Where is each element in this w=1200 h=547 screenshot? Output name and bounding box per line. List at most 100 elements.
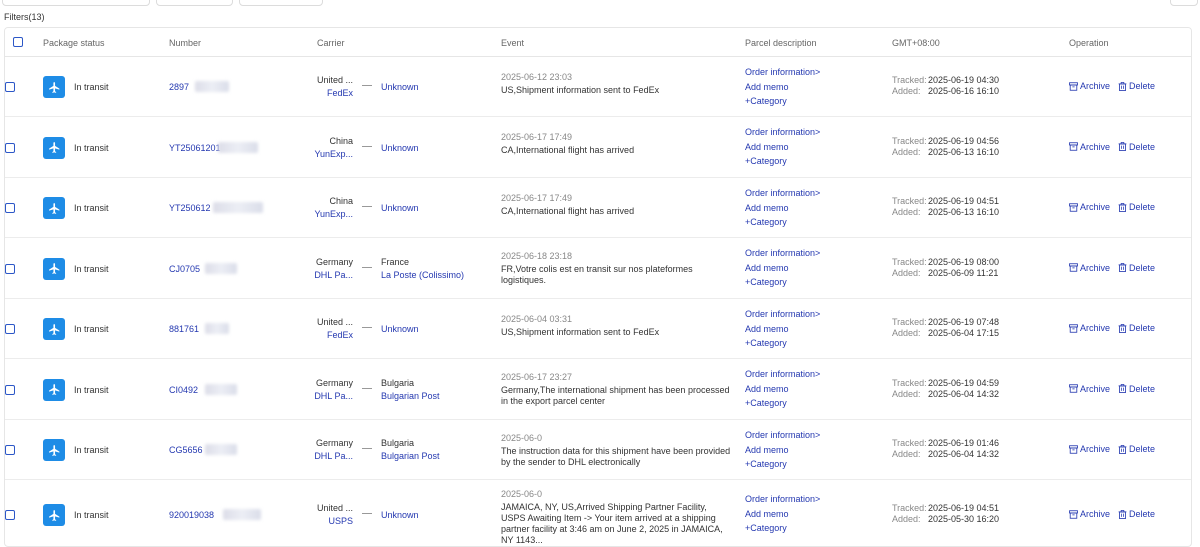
archive-icon bbox=[1069, 509, 1078, 519]
trash-icon bbox=[1118, 142, 1127, 151]
origin-carrier: China YunExp... bbox=[285, 195, 353, 221]
add-memo-link[interactable]: Add memo bbox=[745, 443, 820, 458]
row-checkbox[interactable] bbox=[5, 510, 15, 520]
origin-carrier-link[interactable]: FedEx bbox=[285, 329, 353, 342]
delete-label: Delete bbox=[1129, 262, 1156, 273]
delete-button[interactable]: Delete bbox=[1118, 202, 1155, 212]
redacted-number bbox=[195, 81, 229, 92]
add-category-link[interactable]: +Category bbox=[745, 94, 820, 109]
tracking-number-link[interactable]: YT250612 bbox=[169, 203, 211, 213]
trash-icon bbox=[1118, 323, 1127, 333]
tracked-label: Tracked: bbox=[892, 317, 927, 327]
add-memo-link[interactable]: Add memo bbox=[745, 382, 820, 397]
archive-button[interactable]: Archive bbox=[1069, 323, 1110, 333]
add-category-link[interactable]: +Category bbox=[745, 275, 820, 290]
origin-carrier-link[interactable]: USPS bbox=[285, 515, 353, 528]
toolbar-control[interactable] bbox=[2, 0, 150, 6]
status-text: In transit bbox=[74, 324, 109, 334]
destination-carrier-link[interactable]: Unknown bbox=[381, 142, 419, 155]
airplane-icon bbox=[43, 136, 65, 159]
delete-label: Delete bbox=[1129, 202, 1156, 212]
add-memo-link[interactable]: Add memo bbox=[745, 507, 820, 522]
tracking-times: Tracked:2025-06-19 04:51 Added: 2025-06-1… bbox=[892, 196, 999, 218]
destination-carrier-link[interactable]: Unknown bbox=[381, 202, 419, 215]
add-category-link[interactable]: +Category bbox=[745, 396, 820, 411]
tracked-time: 2025-06-19 04:51 bbox=[928, 503, 1000, 513]
archive-button[interactable]: Archive bbox=[1069, 263, 1110, 273]
origin-carrier: Germany DHL Pa... bbox=[285, 437, 353, 463]
destination-carrier-link[interactable]: Unknown bbox=[381, 323, 419, 336]
order-information-link[interactable]: Order information> bbox=[745, 492, 820, 507]
tracking-number-link[interactable]: 2897 bbox=[169, 82, 189, 92]
archive-icon bbox=[1069, 444, 1078, 454]
added-time: 2025-06-09 11:21 bbox=[928, 267, 999, 278]
add-memo-link[interactable]: Add memo bbox=[745, 322, 820, 337]
add-category-link[interactable]: +Category bbox=[745, 457, 820, 472]
order-information-link[interactable]: Order information> bbox=[745, 428, 820, 443]
row-checkbox[interactable] bbox=[5, 203, 15, 213]
add-memo-link[interactable]: Add memo bbox=[745, 140, 820, 155]
delete-button[interactable]: Delete bbox=[1118, 142, 1155, 152]
delete-button[interactable]: Delete bbox=[1118, 384, 1155, 394]
add-category-link[interactable]: +Category bbox=[745, 215, 820, 230]
toolbar-control[interactable] bbox=[156, 0, 233, 6]
destination-carrier-link[interactable]: Bulgarian Post bbox=[381, 450, 440, 463]
tracking-number-link[interactable]: 881761 bbox=[169, 324, 199, 334]
origin-carrier-link[interactable]: YunExp... bbox=[285, 208, 353, 221]
origin-carrier-link[interactable]: DHL Pa... bbox=[285, 390, 353, 403]
add-memo-link[interactable]: Add memo bbox=[745, 261, 820, 276]
tracking-number-link[interactable]: CI0492 bbox=[169, 385, 198, 395]
destination-carrier-link[interactable]: Unknown bbox=[381, 81, 419, 94]
order-information-link[interactable]: Order information> bbox=[745, 65, 820, 80]
destination-carrier-link[interactable]: Bulgarian Post bbox=[381, 390, 440, 403]
origin-carrier-link[interactable]: FedEx bbox=[285, 87, 353, 100]
row-checkbox[interactable] bbox=[5, 82, 15, 92]
delete-button[interactable]: Delete bbox=[1118, 81, 1155, 91]
add-category-link[interactable]: +Category bbox=[745, 154, 820, 169]
tracking-number-link[interactable]: 920019038 bbox=[169, 510, 214, 520]
order-information-link[interactable]: Order information> bbox=[745, 246, 820, 261]
add-category-link[interactable]: +Category bbox=[745, 521, 820, 536]
table-header: Package status Number Carrier Event Parc… bbox=[5, 28, 1191, 57]
archive-button[interactable]: Archive bbox=[1069, 509, 1110, 519]
carrier-arrow bbox=[362, 327, 372, 328]
origin-carrier-link[interactable]: DHL Pa... bbox=[285, 450, 353, 463]
delete-button[interactable]: Delete bbox=[1118, 263, 1155, 273]
tracking-number-link[interactable]: YT25061201 bbox=[169, 143, 221, 153]
added-time: 2025-06-04 14:32 bbox=[928, 449, 1000, 459]
archive-button[interactable]: Archive bbox=[1069, 384, 1110, 394]
origin-carrier-link[interactable]: DHL Pa... bbox=[285, 269, 353, 282]
origin-carrier-link[interactable]: YunExp... bbox=[285, 148, 353, 161]
origin-carrier: China YunExp... bbox=[285, 135, 353, 161]
archive-button[interactable]: Archive bbox=[1069, 202, 1110, 212]
add-memo-link[interactable]: Add memo bbox=[745, 80, 820, 95]
row-checkbox[interactable] bbox=[5, 263, 15, 274]
order-information-link[interactable]: Order information> bbox=[745, 307, 820, 322]
add-category-link[interactable]: +Category bbox=[745, 336, 820, 351]
add-memo-link[interactable]: Add memo bbox=[745, 201, 820, 216]
order-information-link[interactable]: Order information> bbox=[745, 125, 820, 140]
order-information-link[interactable]: Order information> bbox=[745, 186, 820, 201]
toolbar-control[interactable] bbox=[239, 0, 323, 6]
toolbar-control[interactable] bbox=[1170, 0, 1198, 6]
order-information-link[interactable]: Order information> bbox=[745, 367, 820, 382]
event-cell: 2025-06-0 JAMAICA, NY, US,Arrived Shippi… bbox=[501, 489, 733, 546]
destination-carrier-link[interactable]: La Poste (Colissimo) bbox=[381, 269, 464, 282]
archive-button[interactable]: Archive bbox=[1069, 81, 1110, 91]
archive-button[interactable]: Archive bbox=[1069, 142, 1110, 152]
delete-button[interactable]: Delete bbox=[1118, 509, 1155, 519]
row-checkbox[interactable] bbox=[5, 384, 15, 395]
delete-button[interactable]: Delete bbox=[1118, 444, 1155, 454]
tracking-times: Tracked:2025-06-19 04:30 Added: 2025-06-1… bbox=[892, 75, 999, 97]
origin-country: Germany bbox=[315, 438, 353, 448]
archive-button[interactable]: Archive bbox=[1069, 444, 1110, 454]
tracking-number-link[interactable]: CJ0705 bbox=[169, 264, 200, 274]
parcel-description: Order information> Add memo +Category bbox=[745, 307, 820, 351]
row-checkbox[interactable] bbox=[5, 142, 15, 153]
row-checkbox[interactable] bbox=[5, 324, 15, 334]
select-all-checkbox[interactable] bbox=[13, 37, 23, 47]
destination-carrier-link[interactable]: Unknown bbox=[381, 509, 419, 522]
tracking-number-link[interactable]: CG5656 bbox=[169, 445, 203, 455]
row-checkbox[interactable] bbox=[5, 445, 15, 455]
delete-button[interactable]: Delete bbox=[1118, 323, 1155, 333]
